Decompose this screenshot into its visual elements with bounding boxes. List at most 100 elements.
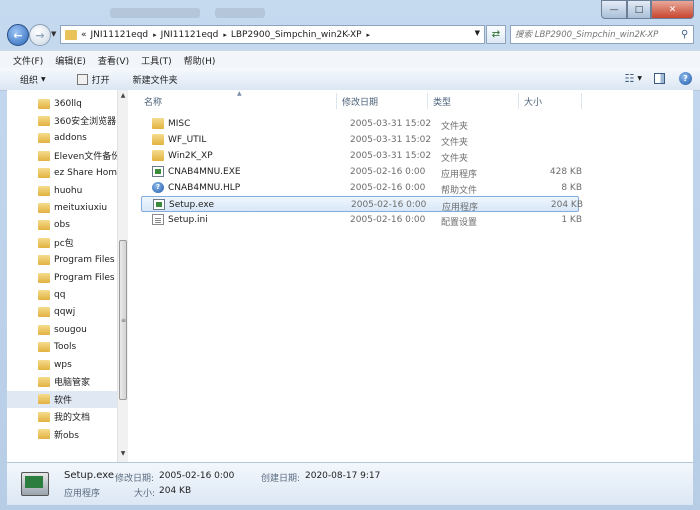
column-header-name[interactable]: 名称 bbox=[144, 90, 162, 112]
folder-icon bbox=[38, 202, 50, 213]
details-created-label: 创建日期: bbox=[261, 474, 301, 484]
sidebar-item[interactable]: Tools bbox=[7, 339, 119, 356]
sidebar-item[interactable]: 新obs bbox=[7, 426, 119, 443]
sidebar-item[interactable]: Program Files bbox=[7, 252, 119, 269]
folder-icon bbox=[152, 150, 164, 161]
file-size: 1 KB bbox=[561, 215, 582, 225]
sidebar-item[interactable]: addons bbox=[7, 130, 119, 147]
menu-help[interactable]: 帮助(H) bbox=[178, 54, 222, 67]
file-type: 文件夹 bbox=[441, 122, 469, 132]
file-row[interactable]: MISC 2005-03-31 15:02 文件夹 bbox=[141, 116, 579, 132]
chevron-right-icon[interactable]: ▸ bbox=[223, 31, 227, 39]
open-button[interactable]: 打开 bbox=[55, 73, 119, 86]
sidebar-item[interactable]: sougou bbox=[7, 321, 119, 338]
file-name: Win2K_XP bbox=[168, 151, 213, 161]
sidebar-item[interactable]: 电脑管家 bbox=[7, 373, 119, 390]
main-content: 新obs 我的文档 软件 电脑管家 wps Tools sougou qqwj qq Progra… bbox=[7, 90, 693, 462]
column-divider[interactable] bbox=[336, 93, 337, 109]
chevron-right-icon[interactable]: ▸ bbox=[367, 31, 371, 39]
file-row[interactable]: ? CNAB4MNU.HLP 2005-02-16 0:00 帮助文件 8 KB bbox=[141, 180, 582, 196]
sidebar-item[interactable]: huohu bbox=[7, 182, 119, 199]
file-row[interactable]: WF_UTIL 2005-03-31 15:02 文件夹 bbox=[141, 132, 579, 148]
sidebar-item[interactable]: ez Share Home bbox=[7, 165, 119, 182]
scrollbar-thumb[interactable]: ≡ bbox=[119, 240, 127, 400]
new-folder-button[interactable]: 新建文件夹 bbox=[119, 73, 187, 86]
sidebar-item-label: pc包 bbox=[54, 239, 74, 250]
sidebar-item[interactable]: meituxiuxiu bbox=[7, 199, 119, 216]
scroll-down-icon[interactable]: ▼ bbox=[119, 450, 127, 460]
breadcrumb-item[interactable]: JNI11121eqd ▸ bbox=[91, 30, 157, 40]
address-dropdown[interactable]: ▼ bbox=[475, 29, 480, 37]
folder-icon bbox=[38, 289, 50, 300]
view-options-icon[interactable]: ☷ bbox=[625, 72, 635, 85]
folder-icon bbox=[38, 185, 50, 196]
sidebar-item[interactable]: obs bbox=[7, 217, 119, 234]
sidebar-item[interactable]: Eleven文件备份 bbox=[7, 147, 119, 164]
file-name: Setup.exe bbox=[169, 200, 215, 210]
sidebar-item[interactable]: qqwj bbox=[7, 304, 119, 321]
file-name: MISC bbox=[168, 119, 191, 129]
sidebar-item[interactable]: 软件 bbox=[7, 390, 119, 408]
search-icon[interactable]: ⚲ bbox=[681, 29, 688, 40]
sidebar-item-label: 360llq bbox=[54, 98, 82, 109]
folder-icon bbox=[38, 220, 50, 231]
sidebar-item[interactable]: 我的文档 bbox=[7, 408, 119, 425]
minimize-button[interactable]: — bbox=[601, 0, 627, 19]
title-blur bbox=[110, 8, 200, 18]
menu-bar: 文件(F) 编辑(E) 查看(V) 工具(T) 帮助(H) bbox=[0, 50, 700, 69]
file-date: 2005-03-31 15:02 bbox=[350, 151, 432, 161]
close-button[interactable]: ✕ bbox=[651, 0, 694, 19]
column-header-size[interactable]: 大小 bbox=[524, 90, 542, 112]
column-header-type[interactable]: 类型 bbox=[433, 90, 451, 112]
breadcrumb-item[interactable]: JNI11121eqd ▸ bbox=[161, 30, 227, 40]
file-size: 204 KB bbox=[550, 200, 583, 210]
file-date: 2005-02-16 0:00 bbox=[351, 200, 427, 210]
refresh-button[interactable]: ⇄ bbox=[486, 25, 506, 44]
sidebar-item-label: 新obs bbox=[54, 430, 79, 441]
help-icon[interactable]: ? bbox=[679, 72, 692, 85]
sidebar-item[interactable]: wps bbox=[7, 356, 119, 373]
column-divider[interactable] bbox=[581, 93, 582, 109]
hlp-icon: ? bbox=[152, 182, 164, 193]
sidebar-item[interactable]: 360llq bbox=[7, 95, 119, 112]
chevron-right-icon[interactable]: ▸ bbox=[153, 31, 157, 39]
file-date: 2005-03-31 15:02 bbox=[350, 135, 432, 145]
menu-file[interactable]: 文件(F) bbox=[0, 54, 49, 67]
sidebar-item[interactable]: pc包 bbox=[7, 234, 119, 251]
breadcrumb-overflow[interactable]: « bbox=[81, 30, 87, 40]
grip-icon: ≡ bbox=[121, 317, 127, 324]
recent-pages-dropdown[interactable]: ▼ bbox=[51, 30, 56, 38]
folder-icon bbox=[152, 118, 164, 129]
column-divider[interactable] bbox=[518, 93, 519, 109]
sort-up-icon: ▲ bbox=[237, 90, 242, 97]
column-divider[interactable] bbox=[427, 93, 428, 109]
preview-pane-icon[interactable] bbox=[654, 73, 665, 84]
file-size: 428 KB bbox=[549, 167, 582, 177]
sidebar-item[interactable]: 360安全浏览器 bbox=[7, 112, 119, 129]
folder-icon bbox=[38, 307, 50, 318]
file-row[interactable]: Win2K_XP 2005-03-31 15:02 文件夹 bbox=[141, 148, 579, 164]
menu-tools[interactable]: 工具(T) bbox=[135, 54, 178, 67]
file-row[interactable]: CNAB4MNU.EXE 2005-02-16 0:00 应用程序 428 KB bbox=[141, 164, 582, 180]
sidebar-item[interactable]: qq bbox=[7, 286, 119, 303]
column-header-date[interactable]: 修改日期 bbox=[342, 90, 378, 112]
application-icon bbox=[21, 468, 51, 500]
search-input[interactable] bbox=[511, 28, 681, 41]
menu-edit[interactable]: 编辑(E) bbox=[49, 54, 92, 67]
file-row[interactable]: Setup.ini 2005-02-16 0:00 配置设置 1 KB bbox=[141, 212, 582, 228]
search-box[interactable]: ⚲ bbox=[510, 25, 694, 44]
file-row[interactable]: Setup.exe 2005-02-16 0:00 应用程序 204 KB bbox=[141, 196, 583, 213]
forward-button[interactable]: → bbox=[29, 24, 51, 46]
menu-view[interactable]: 查看(V) bbox=[92, 54, 135, 67]
chevron-down-icon[interactable]: ▼ bbox=[637, 75, 642, 82]
nav-scrollbar[interactable]: ▲ ≡ ▼ bbox=[117, 90, 128, 462]
address-bar[interactable]: « JNI11121eqd ▸ JNI11121eqd ▸ LBP2900_Simp… bbox=[60, 25, 485, 44]
maximize-button[interactable]: □ bbox=[627, 0, 651, 19]
file-type: 文件夹 bbox=[441, 138, 469, 148]
back-button[interactable]: ← bbox=[7, 24, 29, 46]
sidebar-item[interactable]: Program Files bbox=[7, 269, 119, 286]
organize-button[interactable]: 组织 ▼ bbox=[0, 73, 55, 86]
scroll-up-icon[interactable]: ▲ bbox=[119, 92, 127, 102]
breadcrumb-item[interactable]: LBP2900_Simpchin_win2K-XP ▸ bbox=[231, 30, 370, 40]
command-bar: 组织 ▼ 打开 新建文件夹 ☷ ▼ ? bbox=[0, 68, 700, 91]
